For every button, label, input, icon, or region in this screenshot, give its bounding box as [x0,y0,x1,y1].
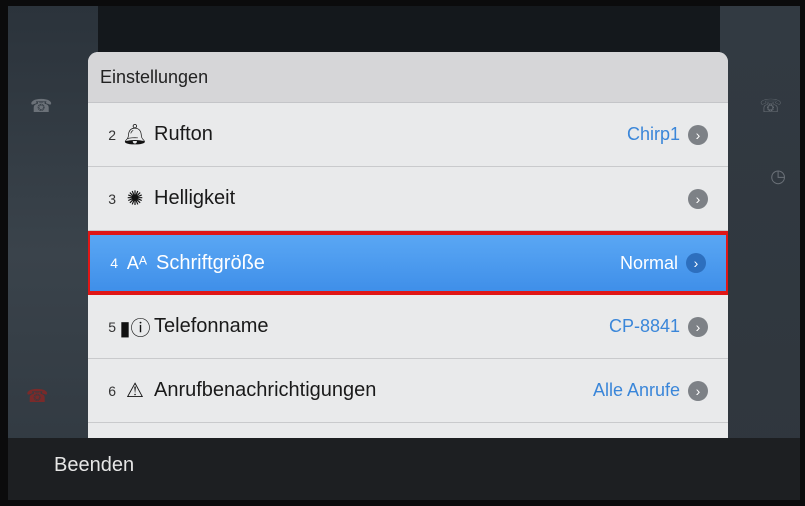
item-value: Alle Anrufe [592,380,680,400]
item-label: Anrufbenachrichtigungen [154,379,377,401]
phone-name-icon: ▮ⓘ [119,318,151,340]
chevron-right-icon: › [688,380,708,401]
item-number: 3 [108,190,116,207]
menu-item-ringtone[interactable]: 2 🔔︎ Rufton Chirp1 › [88,103,728,167]
menu-item-call-notifications[interactable]: 6 ⚠ Anrufbenachrichtigungen Alle Anrufe … [88,359,728,423]
font-size-icon: Aᴬ [126,252,148,273]
background-right-pane: ☏ ◷ [720,6,800,500]
menu-item-font-size[interactable]: 4 Aᴬ Schriftgröße Normal › [88,231,728,295]
chevron-right-icon: › [686,253,706,273]
panel-title: Einstellungen [88,52,728,103]
item-value: CP-8841 [608,316,680,336]
item-label: Rufton [154,123,213,145]
softkey-bar: Beenden [8,438,800,500]
item-label: Schriftgröße [156,251,265,274]
menu-item-phone-name[interactable]: 5 ▮ⓘ Telefonname CP-8841 › [88,295,728,359]
settings-panel: Einstellungen 2 🔔︎ Rufton Chirp1 › 3 ✺ H… [88,52,728,447]
background-left-pane: ☎ ☎ [8,6,98,500]
phone-screen: ☎ ☎ ☏ ◷ Einstellungen 2 🔔︎ Rufton Chirp1… [8,6,800,500]
item-value: Chirp1 [626,124,680,144]
chevron-right-icon: › [688,316,708,337]
clock-icon: ◷ [770,166,786,186]
item-label: Helligkeit [154,187,236,209]
item-value: Normal [619,252,678,273]
item-number: 5 [108,318,116,335]
item-number: 2 [108,126,116,143]
warning-icon: ⚠ [126,380,144,402]
chevron-right-icon: › [688,124,708,145]
menu-item-brightness[interactable]: 3 ✺ Helligkeit › [88,167,728,231]
brightness-icon: ✺ [126,188,144,210]
end-call-icon: ☎ [26,386,49,406]
bell-icon: 🔔︎ [122,124,148,146]
chevron-right-icon: › [688,188,708,209]
item-number: 6 [108,382,116,399]
item-label: Telefonname [154,315,269,337]
exit-softkey[interactable]: Beenden [54,454,134,477]
phone-icon: ☏ [759,96,782,116]
handset-icon: ☎ [30,96,53,116]
item-number: 4 [110,255,118,271]
